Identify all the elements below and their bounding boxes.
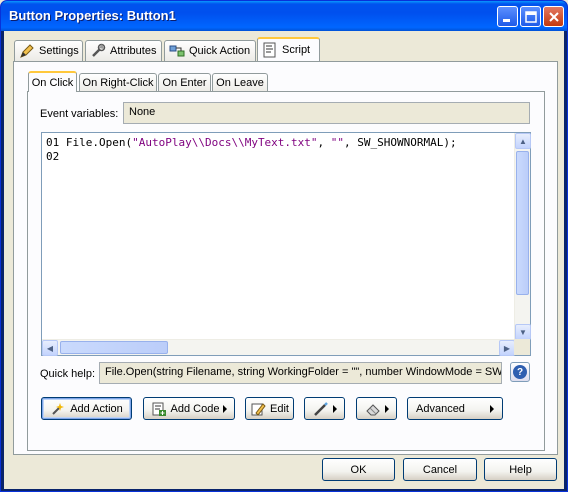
dropdown-arrow-icon (490, 404, 494, 413)
dropdown-arrow-icon (223, 404, 228, 413)
scroll-right-button[interactable]: ▶ (499, 340, 515, 356)
ok-button[interactable]: OK (322, 458, 395, 481)
help-button[interactable]: Help (484, 458, 557, 481)
code-text: , (317, 136, 331, 149)
add-code-button[interactable]: Add Code (143, 397, 235, 420)
button-label: Advanced (416, 402, 465, 415)
cancel-button[interactable]: Cancel (403, 458, 477, 481)
line-number: 01 (46, 136, 60, 149)
code-text: , SW_SHOWNORMAL); (344, 136, 457, 149)
script-icon (263, 42, 276, 58)
eraser-icon (365, 403, 380, 415)
dialog-client: Settings Attributes Quick Action Script … (4, 31, 564, 489)
line-number: 02 (46, 150, 60, 163)
scroll-left-button[interactable]: ◀ (42, 340, 58, 356)
advanced-button[interactable]: Advanced (407, 397, 503, 420)
pencil-icon (20, 44, 34, 58)
horizontal-scroll-thumb[interactable] (60, 341, 168, 354)
tab-on-enter[interactable]: On Enter (158, 73, 211, 92)
wand-icon (313, 401, 328, 416)
tab-on-right-click[interactable]: On Right-Click (79, 73, 157, 92)
tab-settings[interactable]: Settings (14, 40, 83, 61)
quick-help-label: Quick help: (40, 368, 96, 380)
tab-attributes[interactable]: Attributes (85, 40, 162, 61)
close-icon (549, 12, 559, 22)
event-variables-label: Event variables: (40, 108, 119, 120)
quick-help-button[interactable]: ? (510, 362, 530, 382)
tab-label: Script (282, 44, 311, 56)
button-label: Add Action (70, 402, 123, 415)
minimize-icon (503, 19, 510, 22)
tab-label: On Leave (216, 77, 264, 89)
dialog-window: Button Properties: Button1 Settings Attr… (0, 0, 568, 492)
tab-label: On Enter (162, 77, 207, 89)
dropdown-arrow-icon (384, 404, 389, 413)
title-bar[interactable]: Button Properties: Button1 (1, 1, 567, 31)
tab-label: On Click (31, 76, 74, 89)
button-label: Help (509, 463, 532, 476)
quick-help-field: File.Open(string Filename, string Workin… (99, 362, 502, 384)
chevron-right-icon: ▶ (503, 343, 511, 353)
close-button[interactable] (543, 6, 564, 27)
tab-script[interactable]: Script (257, 37, 320, 61)
tab-on-click[interactable]: On Click (28, 71, 77, 92)
tab-label: Quick Action (189, 45, 251, 57)
tab-quick-action[interactable]: Quick Action (164, 40, 256, 61)
tab-label: Settings (39, 45, 79, 57)
string-literal: "AutoPlay\\Docs\\MyText.txt" (132, 136, 318, 149)
event-variables-field: None (123, 102, 530, 124)
tab-on-leave[interactable]: On Leave (212, 73, 268, 92)
chevron-up-icon: ▲ (519, 136, 527, 146)
wand-button[interactable] (304, 397, 345, 420)
tab-label: On Right-Click (82, 77, 154, 89)
add-action-icon (52, 402, 65, 415)
script-editor[interactable]: 01 File.Open("AutoPlay\\Docs\\MyText.txt… (41, 132, 531, 356)
add-action-button[interactable]: Add Action (41, 397, 132, 420)
scroll-up-button[interactable]: ▲ (515, 133, 531, 149)
horizontal-scrollbar[interactable]: ◀ ▶ (42, 339, 515, 356)
quick-action-icon (169, 45, 185, 57)
button-label: Add Code (170, 402, 220, 415)
scrollbar-corner (514, 339, 530, 355)
scroll-down-button[interactable]: ▼ (515, 324, 531, 340)
add-code-icon (152, 402, 166, 416)
maximize-button[interactable] (520, 6, 541, 27)
window-title: Button Properties: Button1 (9, 8, 176, 23)
tab-label: Attributes (110, 45, 157, 57)
wrench-icon (92, 43, 106, 57)
eraser-button[interactable] (356, 397, 397, 420)
minimize-button[interactable] (497, 6, 518, 27)
code-text: File.Open( (65, 136, 133, 149)
button-label: Edit (270, 402, 289, 415)
vertical-scrollbar[interactable]: ▲ ▼ (514, 133, 531, 340)
chevron-left-icon: ◀ (46, 343, 54, 353)
maximize-icon (525, 11, 537, 23)
help-icon: ? (513, 365, 527, 379)
script-code[interactable]: 01 File.Open("AutoPlay\\Docs\\MyText.txt… (46, 136, 457, 164)
vertical-scroll-thumb[interactable] (516, 151, 529, 295)
chevron-down-icon: ▼ (519, 327, 527, 337)
dropdown-arrow-icon (332, 404, 337, 413)
button-label: Cancel (422, 463, 458, 476)
edit-icon (251, 402, 266, 416)
edit-button[interactable]: Edit (245, 397, 294, 420)
button-label: OK (350, 463, 367, 476)
string-literal: "" (330, 136, 345, 149)
